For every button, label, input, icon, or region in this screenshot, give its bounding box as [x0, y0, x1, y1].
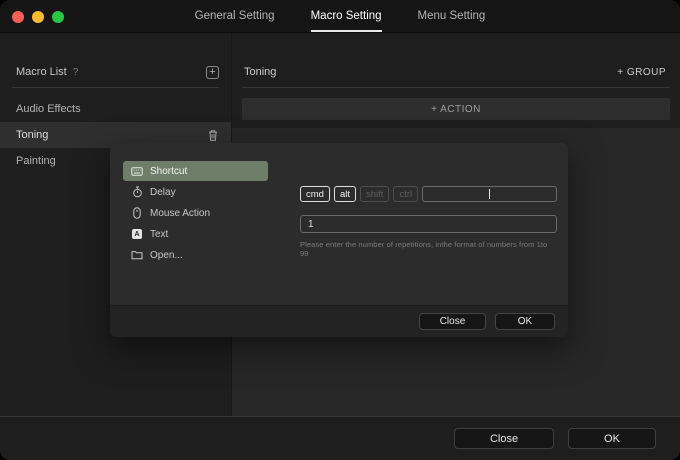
- keyboard-icon: [131, 167, 143, 176]
- panel-divider: [242, 87, 670, 88]
- panel-header: Toning + GROUP: [232, 57, 680, 87]
- shortcut-form: cmd alt shift ctrl Please enter the numb…: [268, 143, 568, 305]
- action-type-text[interactable]: A Text: [123, 224, 268, 244]
- help-icon[interactable]: ?: [73, 67, 79, 78]
- tab-general-setting[interactable]: General Setting: [195, 0, 275, 32]
- action-editor-modal: Shortcut Delay Mou: [110, 143, 568, 337]
- action-type-label: Shortcut: [150, 166, 187, 177]
- text-caret: [489, 189, 490, 199]
- text-icon: A: [131, 229, 143, 239]
- add-macro-icon[interactable]: +: [206, 66, 219, 79]
- footer-close-button[interactable]: Close: [454, 428, 554, 449]
- folder-icon: [131, 250, 143, 260]
- app-window: General Setting Macro Setting Menu Setti…: [0, 0, 680, 460]
- action-type-label: Delay: [150, 187, 176, 198]
- add-group-button[interactable]: + GROUP: [617, 67, 666, 78]
- sidebar-item-audio-effects[interactable]: Audio Effects: [0, 96, 231, 122]
- sidebar-divider: [12, 87, 219, 88]
- sidebar-item-label: Audio Effects: [16, 103, 81, 115]
- add-action-button[interactable]: + ACTION: [242, 98, 670, 120]
- action-type-list: Shortcut Delay Mou: [110, 143, 268, 305]
- timer-icon: [131, 186, 143, 198]
- modifier-keys-row: cmd alt shift ctrl: [300, 186, 557, 202]
- action-type-label: Mouse Action: [150, 208, 210, 219]
- delete-macro-icon[interactable]: [207, 129, 219, 142]
- repeat-count-input[interactable]: [300, 215, 557, 233]
- key-shift[interactable]: shift: [360, 186, 389, 202]
- zoom-window-button[interactable]: [52, 11, 64, 23]
- panel-title: Toning: [244, 66, 276, 78]
- modal-close-button[interactable]: Close: [419, 313, 486, 330]
- macro-list-title: Macro List: [16, 66, 67, 78]
- action-type-label: Text: [150, 229, 168, 240]
- traffic-lights: [12, 11, 64, 23]
- key-ctrl[interactable]: ctrl: [393, 186, 418, 202]
- action-type-label: Open...: [150, 250, 183, 261]
- shortcut-key-input[interactable]: [422, 186, 557, 202]
- modal-body: Shortcut Delay Mou: [110, 143, 568, 305]
- modal-ok-button[interactable]: OK: [495, 313, 555, 330]
- sidebar-item-label: Toning: [16, 129, 48, 141]
- action-type-open[interactable]: Open...: [123, 245, 268, 265]
- tab-menu-setting[interactable]: Menu Setting: [418, 0, 486, 32]
- macro-list-header: Macro List ? +: [0, 57, 231, 87]
- titlebar: General Setting Macro Setting Menu Setti…: [0, 0, 680, 33]
- action-type-mouse-action[interactable]: Mouse Action: [123, 203, 268, 223]
- action-type-delay[interactable]: Delay: [123, 182, 268, 202]
- minimize-window-button[interactable]: [32, 11, 44, 23]
- footer-ok-button[interactable]: OK: [568, 428, 656, 449]
- repeat-helper-text: Please enter the number of repetitions, …: [300, 240, 557, 258]
- key-cmd[interactable]: cmd: [300, 186, 330, 202]
- key-alt[interactable]: alt: [334, 186, 356, 202]
- action-type-shortcut[interactable]: Shortcut: [123, 161, 268, 181]
- mouse-icon: [131, 207, 143, 219]
- sidebar-item-label: Painting: [16, 155, 56, 167]
- close-window-button[interactable]: [12, 11, 24, 23]
- window-footer: Close OK: [0, 416, 680, 460]
- modal-footer: Close OK: [110, 305, 568, 337]
- tab-macro-setting[interactable]: Macro Setting: [311, 0, 382, 32]
- settings-tabs: General Setting Macro Setting Menu Setti…: [195, 0, 486, 32]
